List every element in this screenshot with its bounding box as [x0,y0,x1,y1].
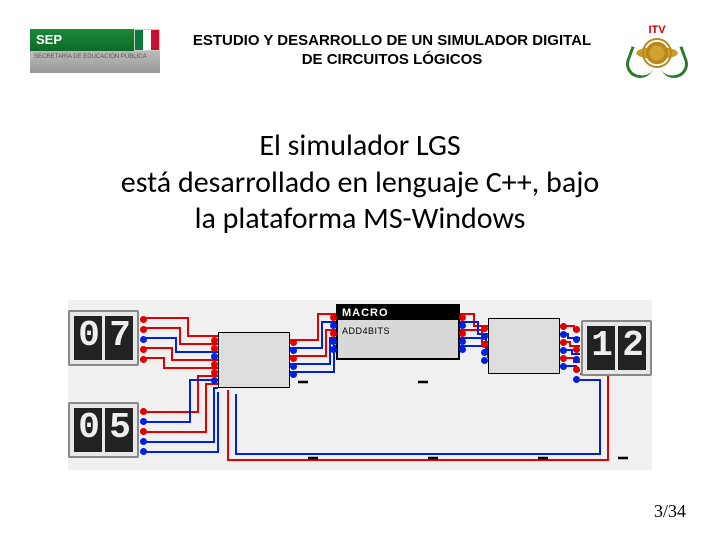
slide-header: SEP SECRETARÍA DE EDUCACIÓN PÚBLICA ESTU… [0,0,720,78]
digit: 0 [74,316,102,360]
sep-logo-subtext: SECRETARÍA DE EDUCACIÓN PÚBLICA [30,51,160,73]
sep-logo-text: SEP [30,29,134,51]
digit: 2 [618,326,646,370]
slide-title: ESTUDIO Y DESARROLLO DE UN SIMULADOR DIG… [168,32,616,70]
macro-block: MACRO ADD4BITS [336,304,460,360]
circuit-diagram: 0 7 0 5 1 2 [68,300,652,470]
body-line-1: El simulador LGS [50,128,670,165]
title-line-1: ESTUDIO Y DESARROLLO DE UN SIMULADOR DIG… [172,32,612,51]
macro-title: MACRO [338,306,458,320]
page-number: 3/34 [654,501,686,522]
digit: 7 [105,316,133,360]
seven-segment-display-top-left: 0 7 [68,310,139,366]
seven-segment-display-bottom-left: 0 5 [68,402,139,458]
macro-subtitle: ADD4BITS [338,320,458,336]
body-line-2: está desarrollado en lenguaje C++, bajo [50,165,670,202]
digit: 0 [74,408,102,452]
itv-logo-text: ITV [648,24,665,36]
itv-logo: ITV [624,24,690,78]
sep-logo: SEP SECRETARÍA DE EDUCACIÓN PÚBLICA [30,29,160,73]
seven-segment-display-right: 1 2 [581,320,652,376]
slide-body-text: El simulador LGS está desarrollado en le… [50,128,670,238]
logic-chip-right [488,318,560,374]
body-line-3: la plataforma MS-Windows [50,201,670,238]
logic-chip-left [218,332,290,388]
title-line-2: DE CIRCUITOS LÓGICOS [172,51,612,70]
digit: 1 [587,326,615,370]
digit: 5 [105,408,133,452]
mexico-flag-icon [134,29,160,51]
